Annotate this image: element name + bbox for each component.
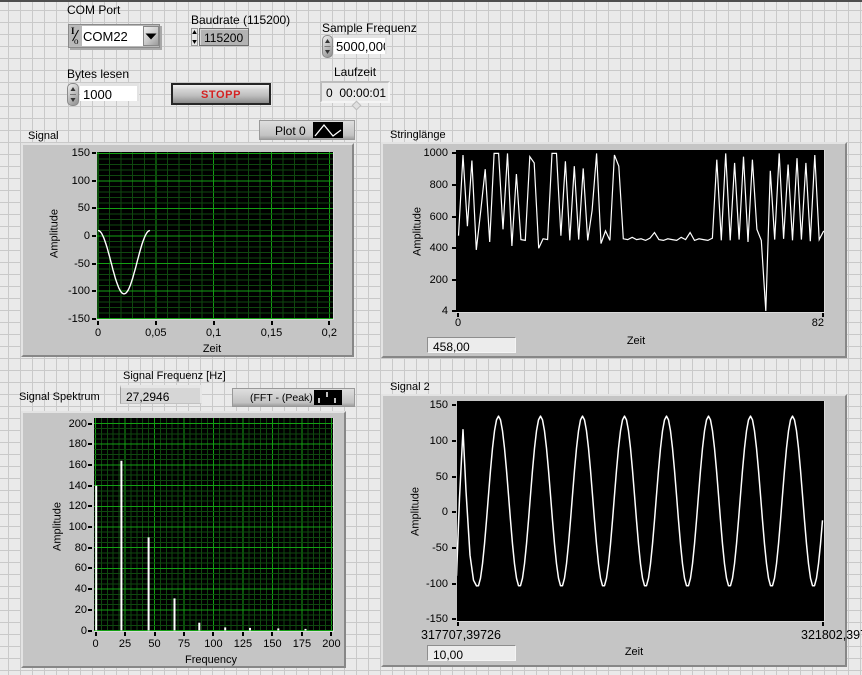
svg-text:I: I (71, 26, 75, 36)
